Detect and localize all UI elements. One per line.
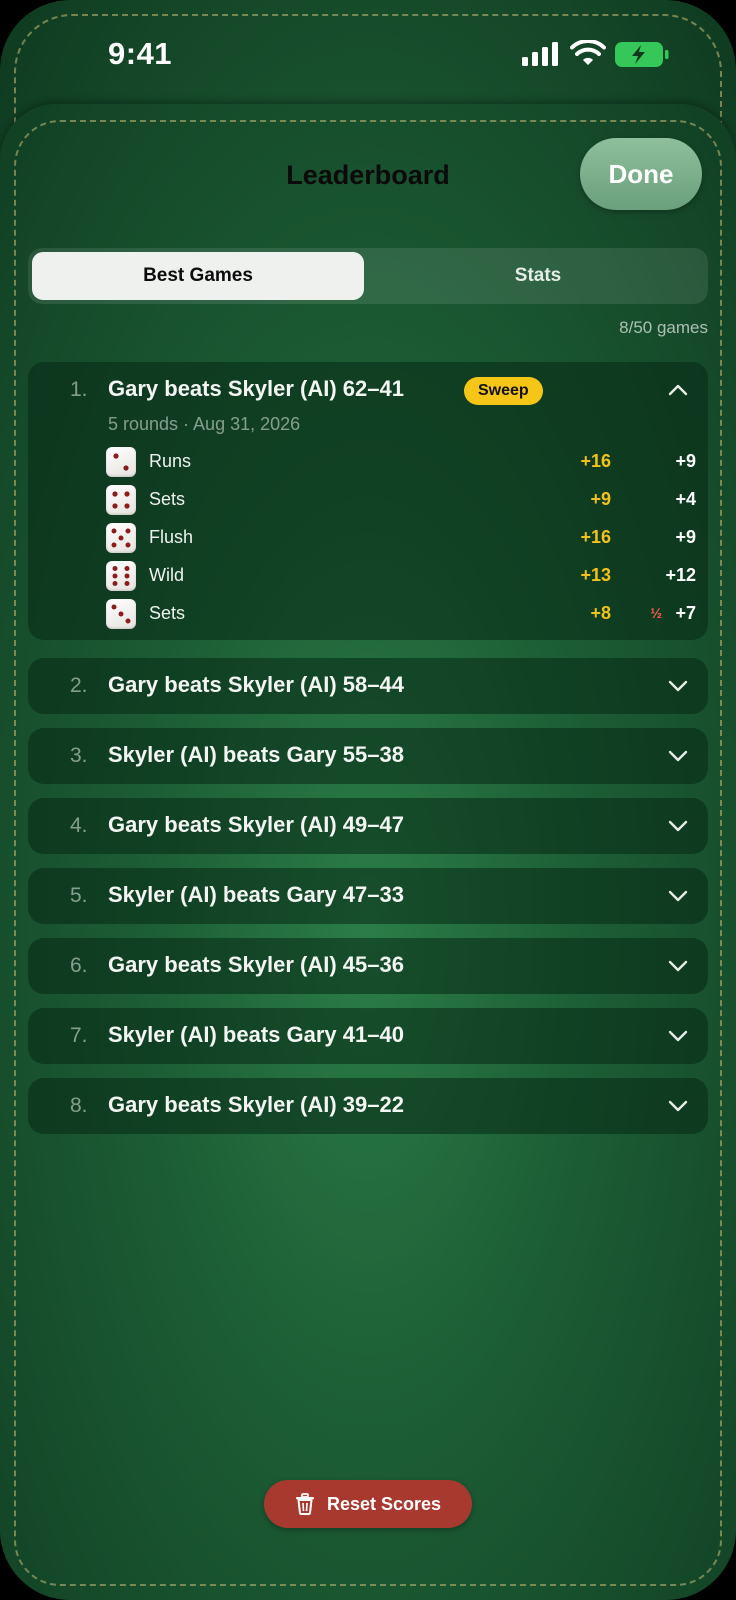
game-rank: 8. — [70, 1094, 88, 1117]
game-card[interactable]: 8. Gary beats Skyler (AI) 39–22 — [28, 1078, 708, 1134]
game-title: Gary beats Skyler (AI) 49–47 — [108, 812, 404, 837]
round-row: Wild +13 +12 — [106, 560, 696, 592]
game-title: Gary beats Skyler (AI) 58–44 — [108, 672, 404, 697]
game-rank: 3. — [70, 744, 88, 767]
game-rank: 1. — [70, 378, 88, 401]
round-label: Sets — [149, 489, 186, 509]
device-screen: 9:41 Leaderboard Done Best Games Stats 8… — [0, 0, 736, 1600]
sweep-badge: Sweep — [464, 377, 543, 405]
status-time: 9:41 — [108, 36, 173, 71]
round-score-gary: +8 — [590, 603, 611, 623]
segmented-control: Best Games Stats — [28, 248, 708, 304]
chevron-down-icon[interactable] — [668, 1100, 688, 1112]
die-three-icon — [106, 599, 136, 629]
round-row: Sets +9 +4 — [106, 484, 696, 516]
game-card[interactable]: 6. Gary beats Skyler (AI) 45–36 — [28, 938, 708, 994]
game-card-expanded[interactable]: 1. Gary beats Skyler (AI) 62–41 Sweep 5 … — [28, 362, 708, 640]
round-score-skyler: +7 — [675, 603, 696, 623]
chevron-down-icon[interactable] — [668, 890, 688, 902]
half-point-marker: ½ — [650, 605, 662, 621]
wifi-icon — [570, 40, 606, 65]
game-meta: 5 rounds · Aug 31, 2026 — [108, 414, 301, 434]
round-score-gary: +16 — [580, 451, 611, 471]
chevron-down-icon[interactable] — [668, 960, 688, 972]
tab-best-games[interactable]: Best Games — [32, 252, 364, 300]
die-five-icon — [106, 523, 136, 553]
die-two-icon — [106, 447, 136, 477]
game-rank: 6. — [70, 954, 88, 977]
game-card[interactable]: 3. Skyler (AI) beats Gary 55–38 — [28, 728, 708, 784]
round-score-gary: +9 — [590, 489, 611, 509]
round-label: Wild — [149, 565, 184, 585]
round-row: Runs +16 +9 — [106, 446, 696, 478]
round-label: Flush — [149, 527, 194, 547]
game-title: Gary beats Skyler (AI) 62–41 — [108, 376, 404, 401]
game-title: Gary beats Skyler (AI) 45–36 — [108, 952, 404, 977]
round-score-gary: +16 — [580, 527, 611, 547]
reset-scores-button[interactable]: Reset Scores — [264, 1480, 472, 1528]
leaderboard-sheet: Leaderboard Done Best Games Stats 8/50 g… — [0, 104, 736, 1600]
round-row: Flush +16 +9 — [106, 522, 696, 554]
die-four-icon — [106, 485, 136, 515]
status-bar: 9:41 — [0, 0, 736, 100]
chevron-down-icon[interactable] — [668, 680, 688, 692]
game-rank: 2. — [70, 674, 88, 697]
chevron-down-icon[interactable] — [668, 820, 688, 832]
chevron-down-icon[interactable] — [668, 1030, 688, 1042]
game-rank: 4. — [70, 814, 88, 837]
round-score-skyler: +4 — [675, 489, 696, 509]
game-card[interactable]: 5. Skyler (AI) beats Gary 47–33 — [28, 868, 708, 924]
chevron-down-icon[interactable] — [668, 750, 688, 762]
game-title: Skyler (AI) beats Gary 55–38 — [108, 742, 404, 767]
game-rank: 5. — [70, 884, 88, 907]
game-title: Gary beats Skyler (AI) 39–22 — [108, 1092, 404, 1117]
die-six-icon — [106, 561, 136, 591]
game-title: Skyler (AI) beats Gary 41–40 — [108, 1022, 404, 1047]
round-score-skyler: +12 — [665, 565, 696, 585]
tab-stats[interactable]: Stats — [372, 252, 704, 300]
game-card[interactable]: 2. Gary beats Skyler (AI) 58–44 — [28, 658, 708, 714]
battery-charging-icon — [615, 42, 669, 67]
round-score-skyler: +9 — [675, 451, 696, 471]
done-button[interactable]: Done — [580, 138, 702, 210]
game-rank: 7. — [70, 1024, 88, 1047]
round-score-gary: +13 — [580, 565, 611, 585]
reset-scores-label: Reset Scores — [326, 1493, 442, 1514]
game-title: Skyler (AI) beats Gary 47–33 — [108, 882, 404, 907]
cellular-signal-icon — [522, 42, 558, 66]
round-label: Runs — [149, 451, 192, 471]
trash-icon — [295, 1493, 314, 1515]
game-card[interactable]: 7. Skyler (AI) beats Gary 41–40 — [28, 1008, 708, 1064]
chevron-up-icon[interactable] — [668, 384, 688, 396]
game-card[interactable]: 4. Gary beats Skyler (AI) 49–47 — [28, 798, 708, 854]
round-row: Sets +8 ½ +7 — [106, 598, 696, 630]
games-count: 8/50 games — [619, 318, 708, 337]
round-score-skyler: +9 — [675, 527, 696, 547]
round-label: Sets — [149, 603, 186, 623]
